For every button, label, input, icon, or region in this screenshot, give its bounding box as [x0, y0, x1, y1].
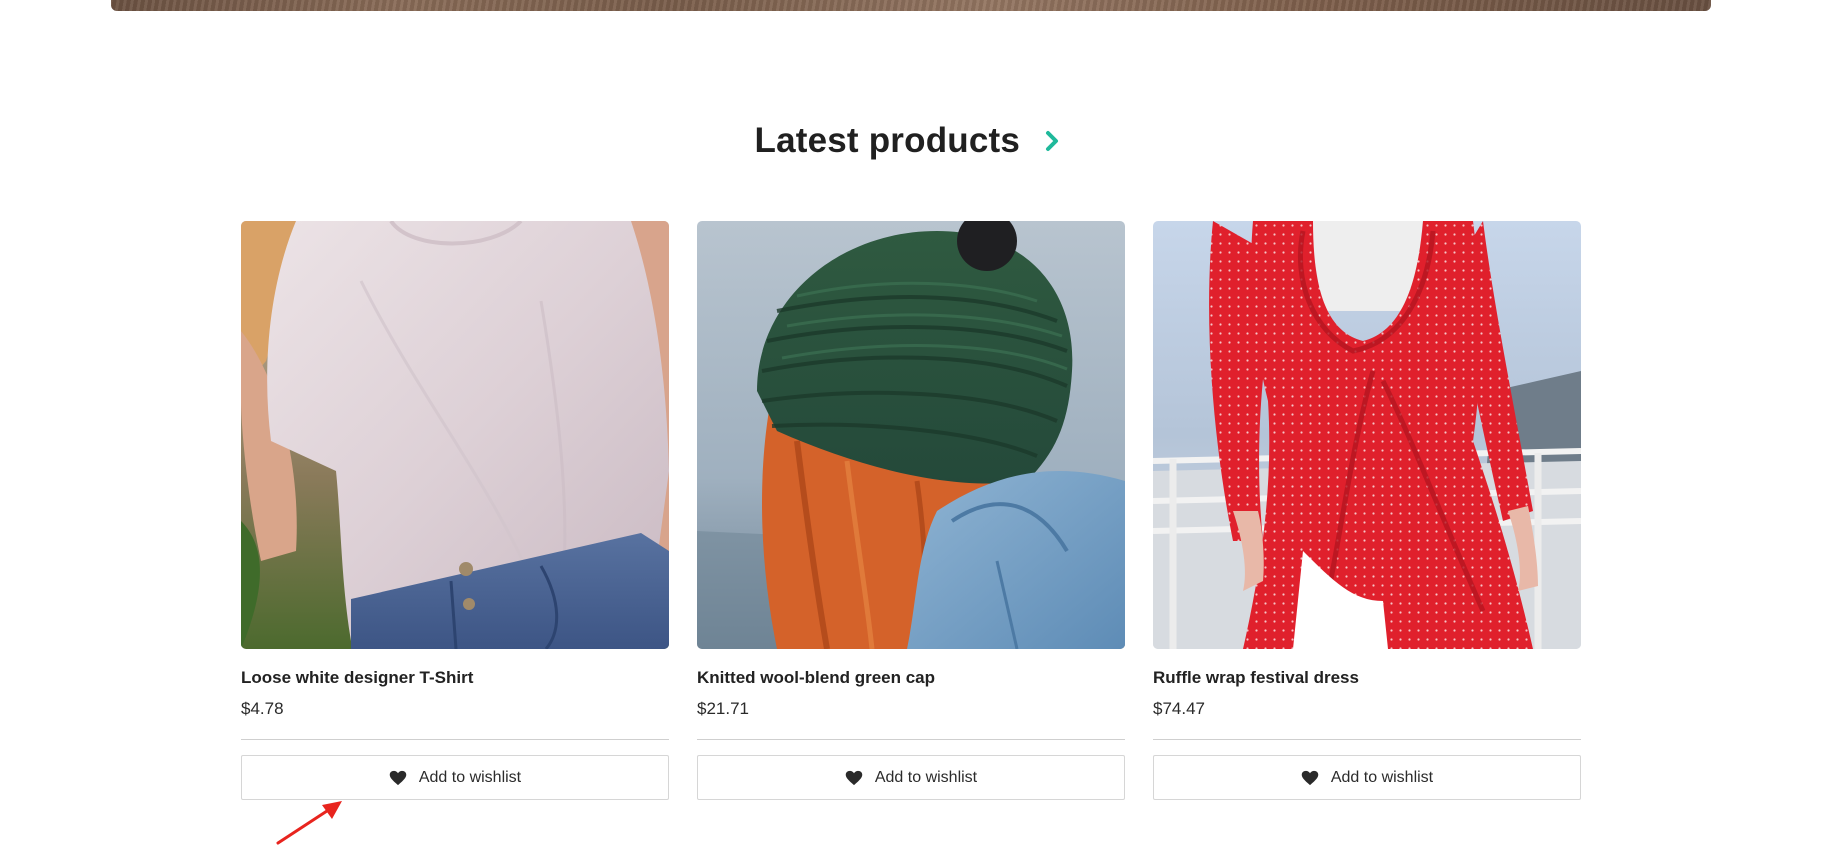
wishlist-label: Add to wishlist — [874, 768, 978, 786]
add-to-wishlist-button[interactable]: Add to wishlist — [697, 755, 1125, 800]
wishlist-label: Add to wishlist — [1330, 768, 1434, 786]
product-price: $74.47 — [1153, 699, 1205, 718]
product-price: $4.78 — [241, 699, 284, 718]
add-to-wishlist-button[interactable]: Add to wishlist — [1153, 755, 1581, 800]
heart-icon — [845, 770, 863, 785]
section-title[interactable]: Latest products — [755, 121, 1021, 161]
product-image[interactable] — [697, 221, 1125, 649]
product-card: Knitted wool-blend green cap $21.71 Add … — [697, 221, 1125, 800]
product-card: Ruffle wrap festival dress $74.47 Add to… — [1153, 221, 1581, 800]
product-price: $21.71 — [697, 699, 749, 718]
page: Latest products Loose white designer T-S… — [0, 0, 1821, 868]
hero-banner-image[interactable] — [111, 0, 1711, 11]
heart-icon — [1301, 770, 1319, 785]
product-image[interactable] — [241, 221, 669, 649]
divider — [697, 739, 1125, 740]
product-name[interactable]: Knitted wool-blend green cap — [697, 668, 1125, 688]
divider — [1153, 739, 1581, 740]
heart-icon — [389, 770, 407, 785]
cap-photo — [697, 221, 1125, 649]
dress-photo — [1153, 221, 1581, 649]
product-name[interactable]: Loose white designer T-Shirt — [241, 668, 669, 688]
product-image[interactable] — [1153, 221, 1581, 649]
annotation-arrow-icon — [276, 801, 342, 845]
section-header: Latest products — [0, 121, 1821, 161]
tshirt-photo — [241, 221, 669, 649]
product-name[interactable]: Ruffle wrap festival dress — [1153, 668, 1581, 688]
chevron-right-icon[interactable] — [1039, 124, 1067, 158]
product-grid: Loose white designer T-Shirt $4.78 Add t… — [241, 221, 1581, 800]
product-card: Loose white designer T-Shirt $4.78 Add t… — [241, 221, 669, 800]
divider — [241, 739, 669, 740]
wishlist-label: Add to wishlist — [418, 768, 522, 786]
add-to-wishlist-button[interactable]: Add to wishlist — [241, 755, 669, 800]
